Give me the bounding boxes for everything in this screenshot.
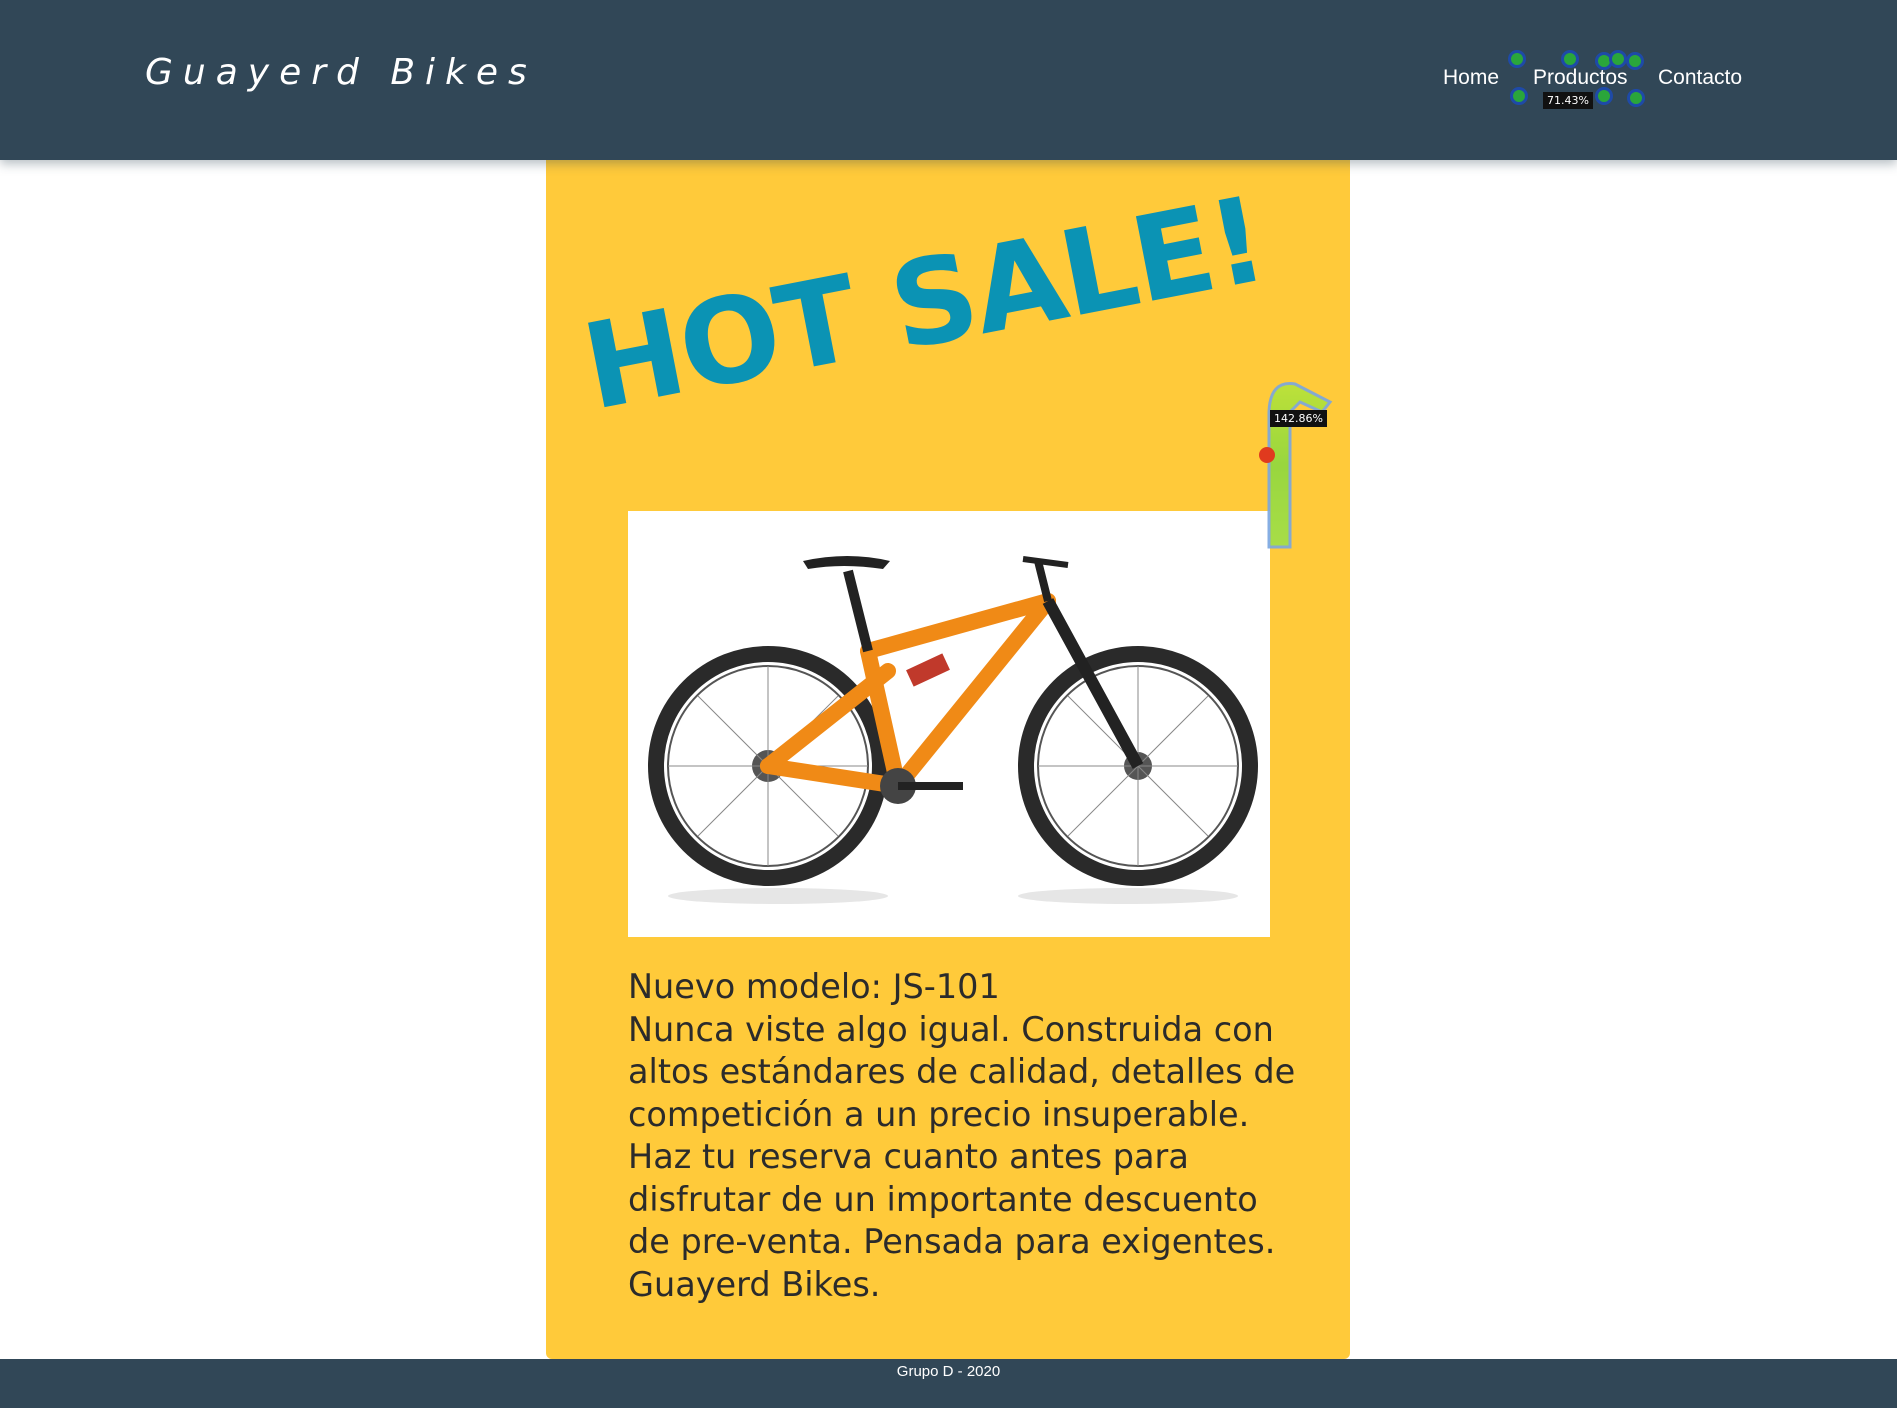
nav-home-link[interactable]: Home bbox=[1443, 66, 1499, 90]
product-model: Nuevo modelo: JS-101 bbox=[628, 967, 1000, 1006]
click-dot bbox=[1510, 87, 1528, 105]
click-dot bbox=[1627, 89, 1645, 107]
click-dot bbox=[1508, 50, 1526, 68]
click-dot bbox=[1609, 50, 1627, 68]
nav-contacto-link[interactable]: Contacto bbox=[1658, 66, 1742, 90]
nav-productos-link[interactable]: Productos bbox=[1533, 66, 1628, 90]
heatmap-percent-badge: 142.86% bbox=[1270, 410, 1327, 427]
click-dot bbox=[1626, 52, 1644, 70]
product-description: Nuevo modelo: JS-101 Nunca viste algo ig… bbox=[628, 966, 1308, 1306]
click-dot bbox=[1595, 87, 1613, 105]
promo-card: HOT SALE! Nuevo modelo: JS-101 Nunca vis… bbox=[546, 160, 1350, 1359]
site-footer: Grupo D - 2020 bbox=[0, 1359, 1897, 1408]
heatmap-overlay bbox=[1250, 372, 1360, 552]
site-header: Guayerd Bikes Home Productos Contacto bbox=[0, 0, 1897, 160]
bicycle-icon bbox=[648, 556, 1258, 904]
nav-click-percent-badge: 71.43% bbox=[1543, 92, 1593, 109]
click-dot bbox=[1561, 50, 1579, 68]
bicycle-image bbox=[628, 511, 1270, 937]
product-description-text: Nunca viste algo igual. Construida con a… bbox=[628, 1009, 1296, 1304]
main-nav: Home Productos Contacto bbox=[0, 66, 1897, 96]
footer-text: Grupo D - 2020 bbox=[896, 1363, 1001, 1380]
hot-sale-headline: HOT SALE! bbox=[572, 169, 1276, 437]
